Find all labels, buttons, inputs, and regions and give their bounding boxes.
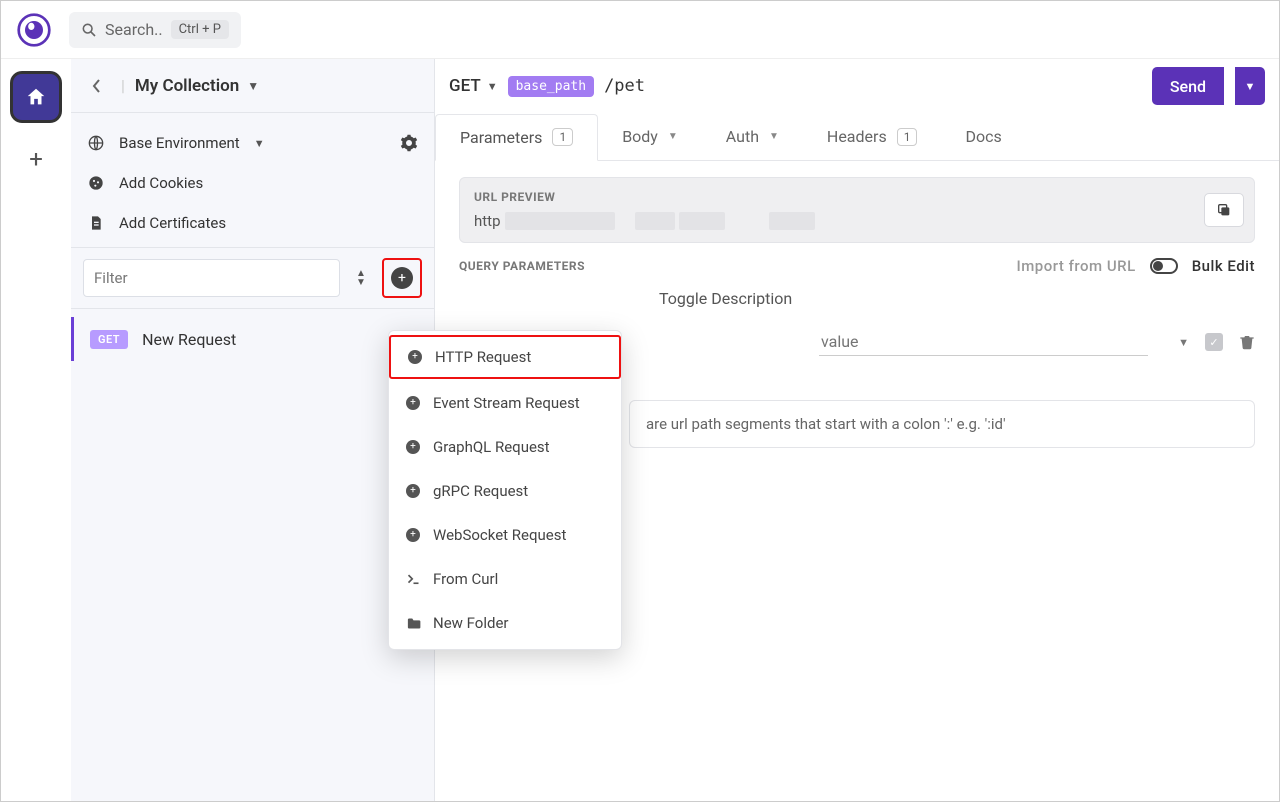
copy-url-button[interactable] bbox=[1204, 193, 1244, 227]
bulk-edit-button[interactable]: Bulk Edit bbox=[1192, 257, 1255, 275]
masked-segment bbox=[635, 212, 675, 230]
caret-down-icon: ▼ bbox=[487, 80, 498, 93]
plus-icon: + bbox=[407, 349, 423, 365]
left-rail: + bbox=[1, 59, 71, 801]
plus-icon: + bbox=[405, 483, 421, 499]
new-request-menu: + HTTP Request + Event Stream Request + … bbox=[388, 330, 622, 650]
plus-icon: + bbox=[405, 439, 421, 455]
menu-new-folder[interactable]: New Folder bbox=[389, 601, 621, 645]
masked-segment bbox=[769, 212, 815, 230]
certificate-icon bbox=[87, 214, 105, 232]
plus-icon: + bbox=[405, 527, 421, 543]
count-badge: 1 bbox=[552, 128, 573, 146]
caret-down-icon: ▼ bbox=[668, 131, 678, 142]
folder-icon bbox=[405, 615, 421, 631]
import-from-url-button[interactable]: Import from URL bbox=[1016, 257, 1135, 275]
add-request-button[interactable]: + bbox=[391, 267, 413, 289]
url-preview-label: URL PREVIEW bbox=[474, 190, 1240, 204]
url-preview-text: http bbox=[474, 212, 501, 230]
tab-headers[interactable]: Headers 1 bbox=[803, 113, 942, 160]
request-item[interactable]: GET New Request bbox=[71, 317, 434, 361]
back-button[interactable] bbox=[83, 78, 111, 94]
menu-grpc-request[interactable]: + gRPC Request bbox=[389, 469, 621, 513]
sort-button[interactable]: ▲▼ bbox=[350, 269, 372, 287]
url-path[interactable]: /pet bbox=[604, 76, 645, 96]
globe-icon bbox=[87, 134, 105, 152]
tab-body[interactable]: Body ▼ bbox=[598, 113, 702, 160]
path-variable-hint: are url path segments that start with a … bbox=[629, 400, 1255, 448]
add-certificates-button[interactable]: Add Certificates bbox=[71, 203, 434, 243]
plus-icon: + bbox=[405, 395, 421, 411]
home-button[interactable] bbox=[10, 71, 62, 123]
caret-down-icon[interactable]: ▼ bbox=[1178, 336, 1189, 349]
toggle-switch[interactable] bbox=[1150, 258, 1178, 274]
tab-auth[interactable]: Auth ▼ bbox=[702, 113, 803, 160]
masked-segment bbox=[505, 212, 615, 230]
send-button[interactable]: Send bbox=[1152, 67, 1224, 105]
collection-title[interactable]: My Collection ▼ bbox=[135, 76, 422, 96]
method-selector[interactable]: GET ▼ bbox=[449, 76, 498, 96]
add-workspace-button[interactable]: + bbox=[18, 141, 54, 177]
send-dropdown[interactable]: ▼ bbox=[1235, 67, 1265, 105]
query-params-label: QUERY PARAMETERS bbox=[459, 259, 585, 273]
menu-graphql-request[interactable]: + GraphQL Request bbox=[389, 425, 621, 469]
menu-from-curl[interactable]: From Curl bbox=[389, 557, 621, 601]
global-search[interactable]: Search.. Ctrl + P bbox=[69, 12, 241, 48]
count-badge: 1 bbox=[897, 128, 918, 146]
menu-websocket-request[interactable]: + WebSocket Request bbox=[389, 513, 621, 557]
caret-down-icon: ▼ bbox=[254, 137, 265, 150]
settings-icon[interactable] bbox=[400, 134, 418, 152]
environment-selector[interactable]: Base Environment ▼ bbox=[71, 123, 434, 163]
caret-down-icon: ▼ bbox=[769, 131, 779, 142]
masked-segment bbox=[679, 212, 725, 230]
app-logo[interactable] bbox=[15, 11, 53, 49]
topbar: Search.. Ctrl + P bbox=[1, 1, 1279, 59]
method-badge: GET bbox=[90, 330, 128, 349]
cookie-icon bbox=[87, 174, 105, 192]
request-list: GET New Request bbox=[71, 309, 434, 369]
search-icon bbox=[81, 22, 97, 38]
url-preview: URL PREVIEW http bbox=[459, 177, 1255, 243]
caret-down-icon: ▼ bbox=[247, 79, 259, 93]
tab-docs[interactable]: Docs bbox=[941, 113, 1025, 160]
terminal-icon bbox=[405, 571, 421, 587]
menu-event-stream-request[interactable]: + Event Stream Request bbox=[389, 381, 621, 425]
filter-input[interactable]: Filter bbox=[83, 259, 340, 297]
menu-http-request[interactable]: + HTTP Request bbox=[389, 335, 621, 379]
param-value-input[interactable] bbox=[819, 328, 1148, 356]
base-path-chip[interactable]: base_path bbox=[508, 76, 594, 97]
search-shortcut: Ctrl + P bbox=[171, 20, 229, 39]
tab-parameters[interactable]: Parameters 1 bbox=[435, 114, 598, 161]
add-cookies-button[interactable]: Add Cookies bbox=[71, 163, 434, 203]
request-name: New Request bbox=[142, 330, 236, 349]
delete-icon[interactable] bbox=[1239, 333, 1255, 351]
request-tabs: Parameters 1 Body ▼ Auth ▼ Headers 1 Doc… bbox=[435, 113, 1279, 161]
add-request-button-highlight: + bbox=[382, 258, 422, 298]
param-enabled-checkbox[interactable]: ✓ bbox=[1205, 333, 1223, 351]
toggle-description-button[interactable]: Toggle Description bbox=[659, 289, 1255, 308]
sidebar: | My Collection ▼ Base Environment ▼ bbox=[71, 59, 435, 801]
search-placeholder: Search.. bbox=[105, 20, 163, 39]
